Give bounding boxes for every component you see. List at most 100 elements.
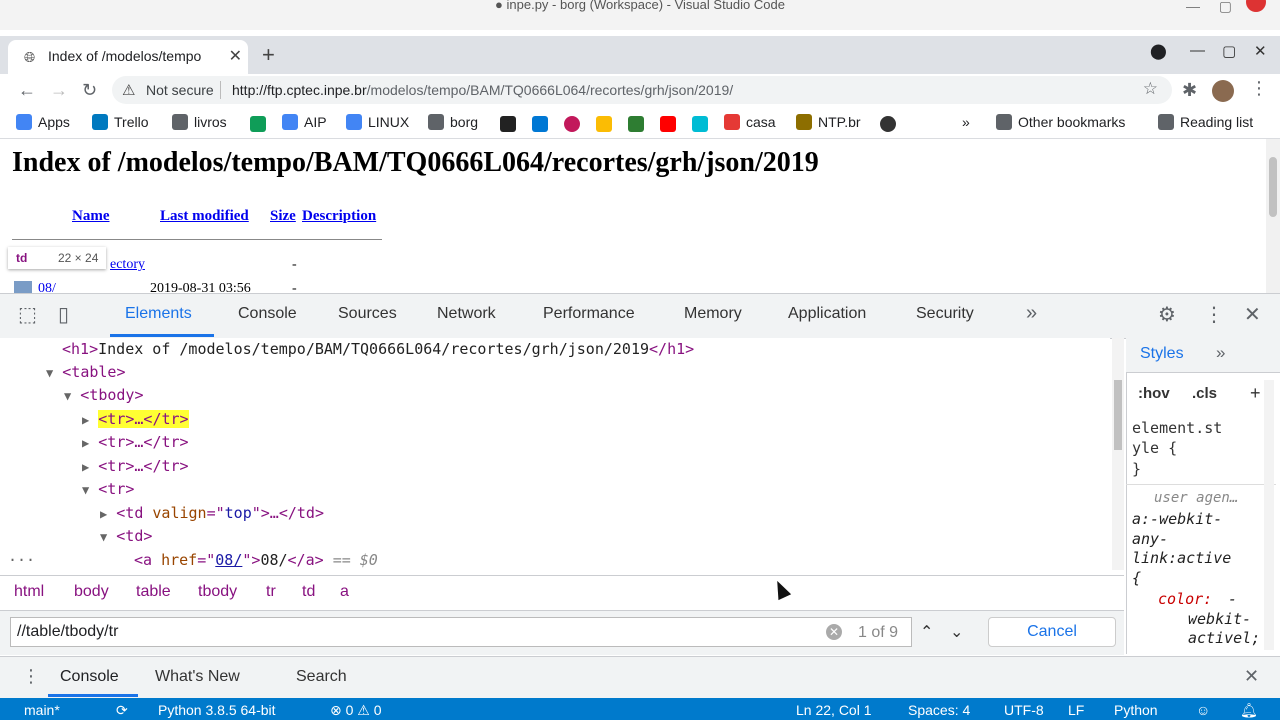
bookmark-linux[interactable]: LINUX (346, 114, 409, 130)
inspect-element-icon[interactable]: ⬚ (18, 302, 37, 327)
bookmark-w-icon[interactable] (628, 116, 644, 132)
dom-node-a[interactable]: <a href="08/">08/</a> == $0 (134, 551, 378, 569)
settings-gear-icon[interactable]: ⚙ (1158, 302, 1176, 327)
cursor-position[interactable]: Ln 22, Col 1 (796, 702, 872, 718)
back-icon[interactable]: ← (18, 80, 36, 101)
tab-elements[interactable]: Elements (125, 305, 192, 323)
devtools-close-icon[interactable]: ✕ (1244, 302, 1261, 327)
bookmark-ntp[interactable]: NTP.br (796, 114, 861, 130)
node-ellipsis[interactable]: ··· (8, 551, 35, 569)
href-value[interactable]: 08/ (215, 551, 242, 569)
chrome-minimize-icon[interactable]: — (1190, 42, 1205, 59)
skull-icon[interactable] (880, 116, 896, 132)
minimize-icon[interactable]: — (1186, 0, 1200, 14)
profile-menu-icon[interactable]: ⬤ (1150, 42, 1167, 60)
crumb-table[interactable]: table (136, 583, 171, 601)
scroll-thumb[interactable] (1269, 157, 1277, 217)
column-description[interactable]: Description (302, 208, 376, 225)
sync-icon[interactable]: ⟳ (116, 702, 128, 719)
devtools-menu-icon[interactable]: ⋮ (1204, 302, 1224, 327)
tab-performance[interactable]: Performance (543, 305, 635, 323)
bookmark-star-icon[interactable]: ☆ (1143, 79, 1158, 99)
chrome-maximize-icon[interactable]: ▢ (1222, 42, 1236, 60)
scroll-thumb[interactable] (1114, 380, 1122, 450)
styles-scrollbar[interactable] (1264, 380, 1274, 650)
git-branch[interactable]: main* (24, 702, 60, 718)
add-rule-icon[interactable]: + (1250, 383, 1261, 404)
drawer-tab-whats-new[interactable]: What's New (155, 668, 240, 686)
dom-search-input[interactable] (10, 617, 912, 647)
bookmark-borg[interactable]: borg (428, 114, 478, 130)
bookmark-dots-icon[interactable] (692, 116, 708, 132)
chrome-menu-icon[interactable]: ⋮ (1250, 78, 1268, 99)
crumb-html[interactable]: html (14, 583, 44, 601)
extensions-icon[interactable]: ✱ (1182, 80, 1197, 101)
other-bookmarks[interactable]: Other bookmarks (996, 114, 1125, 130)
tab-application[interactable]: Application (788, 305, 866, 323)
maximize-icon[interactable]: ▢ (1219, 0, 1232, 15)
bookmark-trello[interactable]: Trello (92, 114, 149, 130)
tab-memory[interactable]: Memory (684, 305, 742, 323)
bookmarks-overflow-icon[interactable]: » (962, 114, 970, 130)
encoding[interactable]: UTF-8 (1004, 702, 1044, 718)
dom-node-tr[interactable]: ▶ <tr>…</tr> (82, 433, 189, 451)
parent-directory-link[interactable]: ectory (110, 257, 145, 273)
indentation[interactable]: Spaces: 4 (908, 702, 970, 718)
bookmark-app-icon[interactable] (500, 116, 516, 132)
dom-node-h1[interactable]: <h1>Index of /modelos/tempo/BAM/TQ0666L0… (62, 340, 694, 358)
hover-state-toggle[interactable]: :hov (1138, 385, 1170, 402)
column-last-modified[interactable]: Last modified (160, 208, 249, 225)
bookmark-aip[interactable]: AIP (282, 114, 327, 130)
tab-close-icon[interactable]: ✕ (229, 46, 242, 66)
tab-network[interactable]: Network (437, 305, 496, 323)
class-toggle[interactable]: .cls (1192, 385, 1217, 402)
cancel-button[interactable]: Cancel (988, 617, 1116, 647)
notifications-icon[interactable]: 🔔︎ (1240, 702, 1258, 719)
forward-icon[interactable]: → (50, 80, 68, 101)
dom-node-td[interactable]: ▼ <td> (100, 527, 152, 545)
browser-tab[interactable]: 🌐︎ Index of /modelos/tempo ✕ (8, 40, 248, 74)
language-mode[interactable]: Python (1114, 702, 1158, 718)
drawer-menu-icon[interactable]: ⋮ (22, 666, 40, 687)
column-size[interactable]: Size (270, 208, 296, 225)
reading-list[interactable]: Reading list (1158, 114, 1253, 130)
tab-sources[interactable]: Sources (338, 305, 397, 323)
drawer-close-icon[interactable]: ✕ (1244, 666, 1259, 687)
python-interpreter[interactable]: Python 3.8.5 64-bit (158, 702, 276, 718)
dom-node-table[interactable]: ▼ <table> (46, 363, 125, 381)
drive-icon[interactable] (596, 116, 612, 132)
outlook-icon[interactable] (532, 116, 548, 132)
dom-node-td[interactable]: ▶ <td valign="top">…</td> (100, 504, 324, 522)
drawer-tab-search[interactable]: Search (296, 668, 347, 686)
clear-search-icon[interactable]: ✕ (826, 624, 842, 640)
more-tabs-icon[interactable]: » (1026, 302, 1037, 325)
vscode-close-icon[interactable] (1246, 0, 1266, 12)
tab-console[interactable]: Console (238, 305, 297, 323)
tab-styles[interactable]: Styles (1140, 345, 1184, 363)
crumb-td[interactable]: td (302, 583, 315, 601)
dom-node-tr[interactable]: ▶ <tr>…</tr> (82, 410, 189, 428)
problems-count[interactable]: ⊗ 0 ⚠ 0 (330, 702, 382, 719)
crumb-tr[interactable]: tr (266, 583, 276, 601)
bookmark-ring-icon[interactable] (564, 116, 580, 132)
crumb-a[interactable]: a (340, 583, 349, 601)
page-scrollbar[interactable] (1266, 139, 1280, 293)
feedback-icon[interactable]: ☺ (1196, 702, 1210, 718)
bookmark-livros[interactable]: livros (172, 114, 227, 130)
dom-node-tr[interactable]: ▶ <tr>…</tr> (82, 457, 189, 475)
youtube-icon[interactable] (660, 116, 676, 132)
more-panes-icon[interactable]: » (1216, 343, 1225, 363)
address-bar[interactable]: ⚠ Not secure http://ftp.cptec.inpe.br/mo… (112, 76, 1172, 104)
chrome-close-icon[interactable]: ✕ (1254, 42, 1267, 60)
sheets-icon[interactable] (250, 116, 266, 132)
elements-scrollbar[interactable] (1112, 338, 1124, 570)
folder-link[interactable]: 08/ (38, 281, 56, 293)
reload-icon[interactable]: ↻ (82, 80, 97, 101)
next-match-icon[interactable]: ⌄ (950, 622, 963, 642)
bookmark-casa[interactable]: casa (724, 114, 776, 130)
avatar[interactable] (1212, 80, 1234, 102)
tab-security[interactable]: Security (916, 305, 974, 323)
bookmark-apps[interactable]: Apps (16, 114, 70, 130)
dom-node-tbody[interactable]: ▼ <tbody> (64, 386, 143, 404)
crumb-body[interactable]: body (74, 583, 109, 601)
